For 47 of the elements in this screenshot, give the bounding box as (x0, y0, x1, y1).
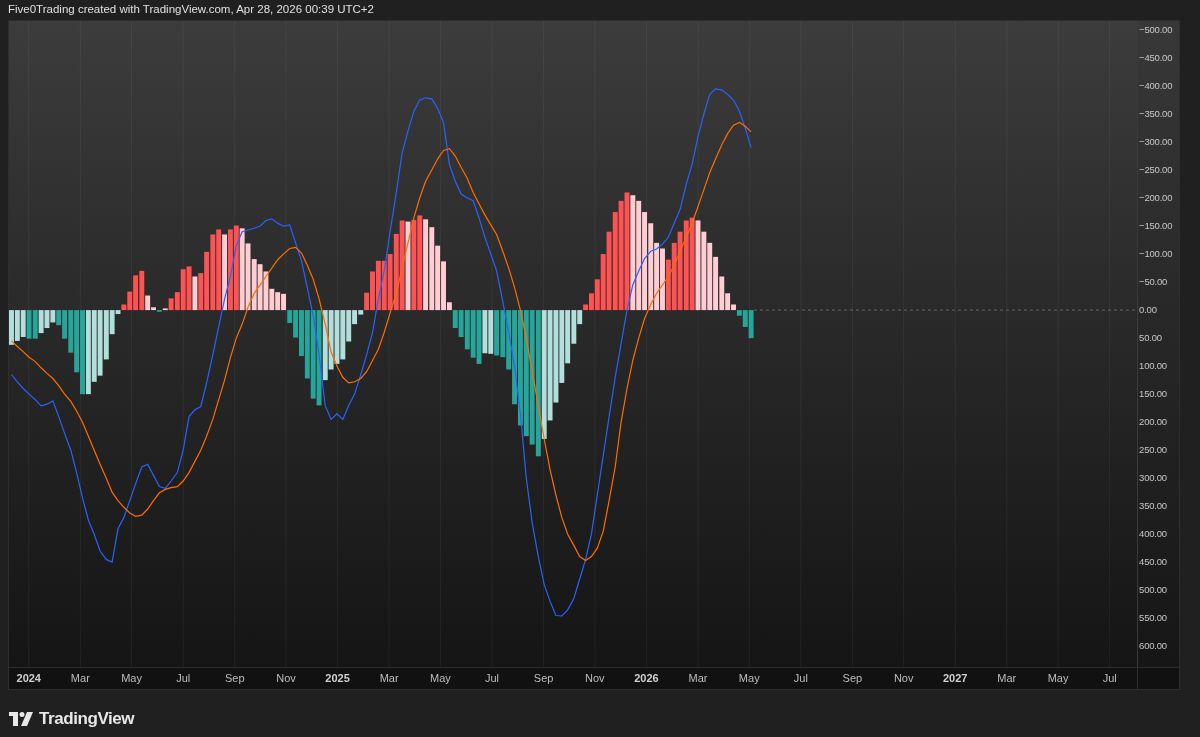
price-scale-label: 350.00 (1139, 500, 1167, 513)
time-axis-label: May (1047, 672, 1069, 685)
price-scale-label: 550.00 (1139, 612, 1167, 625)
price-scale-label: 400.00 (1139, 528, 1167, 541)
time-axis-label: Jul (176, 672, 191, 685)
price-scale-label: −300.00 (1139, 136, 1173, 148)
time-axis-label: Sep (533, 672, 554, 685)
time-axis-label: Nov (276, 672, 296, 685)
time-axis-label: Jul (1102, 672, 1117, 685)
price-scale-label: −500.00 (1139, 23, 1173, 36)
price-scale-label: −100.00 (1139, 248, 1173, 261)
price-scale-label: 600.00 (1139, 640, 1167, 653)
time-axis-label: 2024 (16, 672, 41, 685)
price-scale-label: −50.00 (1139, 276, 1168, 289)
price-scale-label: 450.00 (1139, 556, 1167, 569)
time-axis-label: Nov (585, 672, 605, 685)
time-axis-label: May (430, 672, 451, 685)
price-scale-label: −400.00 (1139, 80, 1173, 92)
time-axis-label: Mar (379, 672, 399, 685)
price-scale-label: 150.00 (1139, 388, 1167, 401)
time-axis-label: Mar (997, 672, 1017, 685)
price-scale-label: −150.00 (1139, 220, 1173, 233)
logo-wordmark: TradingView (39, 708, 135, 730)
price-scale-label: 100.00 (1139, 360, 1167, 373)
price-scale-label: 300.00 (1139, 472, 1167, 485)
chart-attribution: Five0Trading created with TradingView.com, Apr 28, 2026 00:39 UTC+2 (8, 2, 374, 18)
time-axis-label: Sep (842, 672, 863, 685)
price-scale-label: 250.00 (1139, 444, 1167, 457)
time-axis-label: Sep (224, 672, 245, 685)
price-scale-label: 500.00 (1139, 584, 1167, 597)
price-scale-label: −200.00 (1139, 192, 1173, 205)
time-axis-label: May (121, 672, 142, 685)
time-axis-label: 2025 (325, 672, 350, 685)
time-axis-label: 2027 (943, 672, 968, 685)
time-axis-label: Nov (893, 672, 914, 685)
price-scale-label: −350.00 (1139, 108, 1173, 120)
time-axis-label: Mar (70, 672, 90, 685)
time-axis-label: Jul (793, 672, 808, 685)
time-axis-label: 2026 (634, 672, 659, 685)
price-scale-label: 50.00 (1139, 332, 1162, 345)
price-scale-label: 0.00 (1139, 304, 1157, 317)
time-axis-label: Mar (688, 672, 708, 685)
price-scale-label: 200.00 (1139, 416, 1167, 429)
time-axis-label: Jul (484, 672, 500, 685)
time-axis-label: May (738, 672, 760, 685)
price-scale-label: −450.00 (1139, 51, 1173, 64)
price-scale-label: −250.00 (1139, 164, 1173, 177)
